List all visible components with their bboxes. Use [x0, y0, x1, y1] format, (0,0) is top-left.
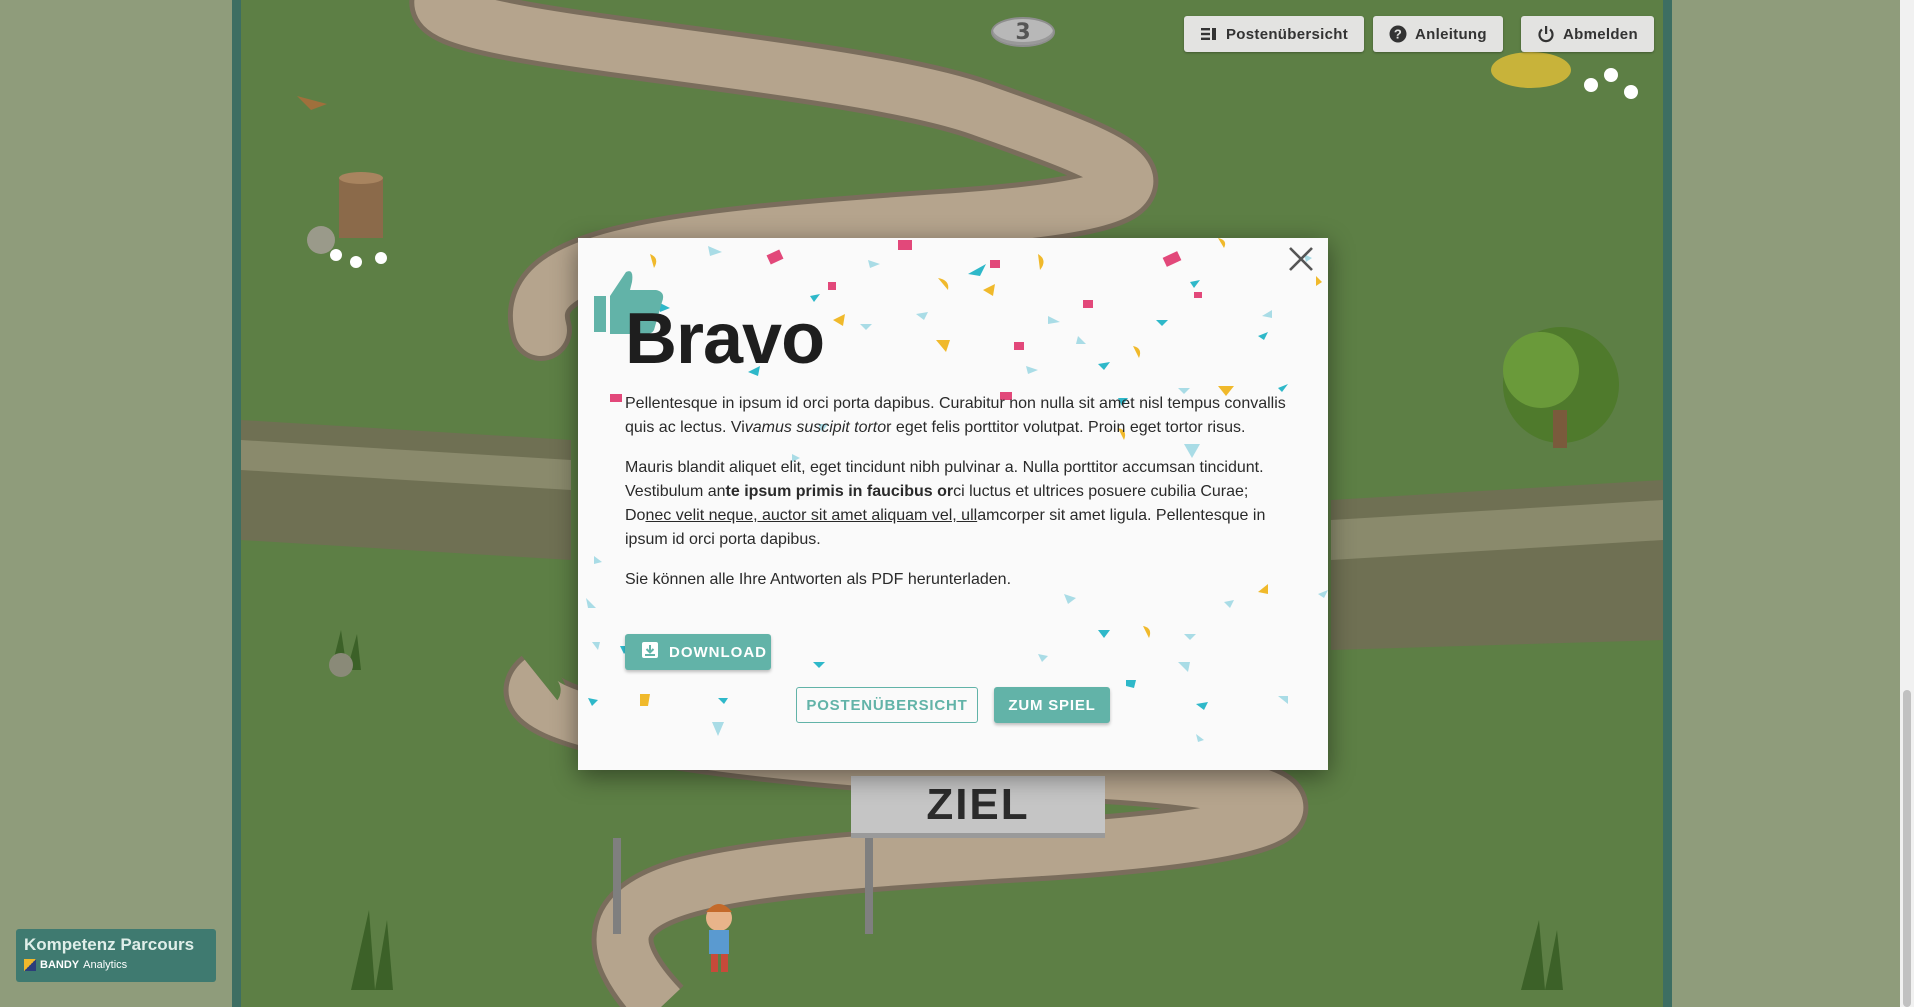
dialog-content: Pellentesque in ipsum id orci porta dapi… [625, 392, 1295, 608]
paragraph-1-text-end: r eget felis porttitor volutpat. Proin e… [886, 419, 1246, 436]
dialog-paragraph-1: Pellentesque in ipsum id orci porta dapi… [625, 392, 1295, 440]
download-button-label: DOWNLOAD [669, 643, 767, 661]
close-icon [1288, 246, 1314, 277]
to-game-button[interactable]: ZUM SPIEL [994, 687, 1110, 723]
paragraph-1-italic: vamus suscipit torto [744, 419, 887, 436]
close-button[interactable] [1284, 244, 1318, 278]
paragraph-2-bold: te ipsum primis in faucibus or [725, 483, 954, 500]
dialog-paragraph-2: Mauris blandit aliquet elit, eget tincid… [625, 456, 1295, 552]
dialog-title: Bravo [625, 299, 825, 379]
download-button[interactable]: DOWNLOAD [625, 634, 771, 670]
download-hint: Sie können alle Ihre Antworten als PDF h… [625, 571, 1012, 588]
download-icon [641, 641, 659, 663]
overview-dialog-button[interactable]: POSTENÜBERSICHT [796, 687, 978, 723]
paragraph-2-underline: nec velit neque, auctor sit amet aliquam… [645, 507, 978, 524]
success-dialog: Bravo Pellentesque in ipsum id orci port… [578, 238, 1328, 770]
